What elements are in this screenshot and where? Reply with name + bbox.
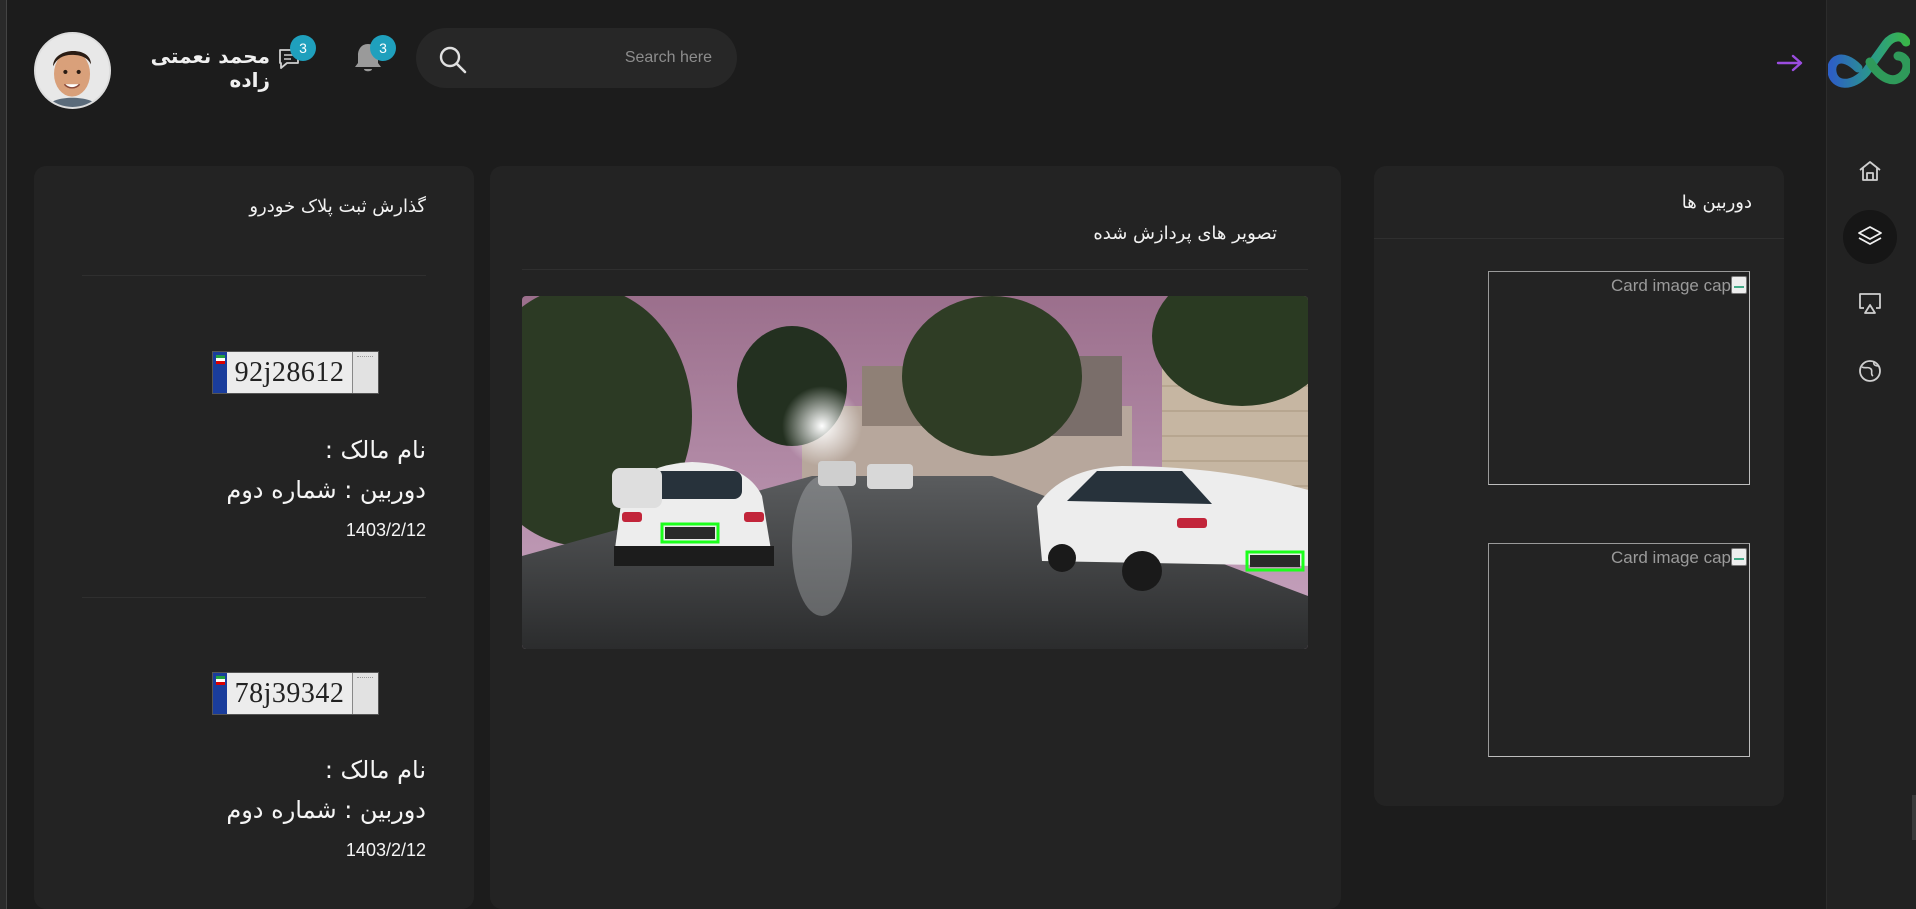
sidebar-item-layers[interactable]	[1843, 210, 1897, 264]
home-icon	[1859, 161, 1881, 181]
sidebar-item-globe[interactable]	[1843, 344, 1897, 398]
plate-number: 78j39342	[234, 677, 345, 709]
sidebar-item-home[interactable]	[1843, 144, 1897, 198]
license-plate: 78j39342	[212, 672, 379, 715]
processed-image[interactable]	[522, 296, 1308, 649]
camera-image-alt-text: Card image cap	[1610, 276, 1731, 295]
broken-image-icon	[1731, 548, 1747, 566]
globe-icon	[1859, 360, 1881, 382]
cameras-title: دوربین ها	[1681, 192, 1752, 213]
notification-count-badge: 3	[370, 35, 396, 61]
cameras-card: دوربین ها Card image cap Card image cap	[1374, 166, 1784, 806]
license-plate: 92j28612	[212, 351, 379, 394]
camera-label: دوربین : شماره دوم	[226, 476, 426, 504]
logo[interactable]	[1827, 22, 1912, 94]
arrow-right-icon	[1776, 54, 1803, 72]
plate-number: 92j28612	[234, 356, 345, 388]
plate-report-card: گذارش ثبت پلاک خودرو 92j28612 نام مالک :…	[34, 166, 474, 909]
search-input[interactable]	[486, 40, 712, 76]
iran-flag-icon	[213, 673, 227, 714]
owner-label: نام مالک :	[324, 756, 426, 784]
iran-flag-icon	[213, 352, 227, 393]
processed-images-title: تصویر های پردازش شده	[1093, 223, 1277, 244]
report-entry[interactable]: نام مالک : دوربین : شماره دوم 1403/2/12	[82, 436, 426, 546]
owner-label: نام مالک :	[324, 436, 426, 464]
search-icon[interactable]	[438, 45, 468, 75]
plate-report-title: گذارش ثبت پلاک خودرو	[249, 196, 426, 217]
divider	[82, 275, 426, 276]
sidebar-scrollbar[interactable]	[1912, 795, 1916, 840]
sidebar	[1826, 0, 1916, 909]
plate-region-code	[352, 673, 378, 714]
search-bar	[416, 28, 737, 88]
messages-button[interactable]: 3	[276, 35, 316, 73]
notifications-button[interactable]: 3	[350, 35, 396, 76]
cast-icon	[1859, 293, 1881, 314]
broken-image-icon	[1731, 276, 1747, 294]
camera-label: دوربین : شماره دوم	[226, 796, 426, 824]
camera-image-alt-text: Card image cap	[1610, 548, 1731, 567]
avatar[interactable]	[34, 32, 111, 109]
camera-image-alt: Card image cap	[1611, 276, 1747, 296]
layers-icon	[1858, 226, 1882, 245]
report-date: 1403/2/12	[345, 520, 426, 540]
report-entry[interactable]: نام مالک : دوربین : شماره دوم 1403/2/12	[82, 756, 426, 866]
user-name: محمد نعمتی زاده	[150, 44, 270, 92]
camera-image-alt: Card image cap	[1611, 548, 1747, 568]
camera-feed[interactable]: Card image cap	[1488, 271, 1750, 485]
message-count-badge: 3	[290, 35, 316, 61]
sidebar-item-cast[interactable]	[1843, 276, 1897, 330]
divider	[82, 597, 426, 598]
camera-feed[interactable]: Card image cap	[1488, 543, 1750, 757]
divider	[1374, 238, 1784, 239]
report-date: 1403/2/12	[345, 840, 426, 860]
window-edge	[0, 0, 7, 909]
divider	[522, 269, 1308, 270]
collapse-sidebar-button[interactable]	[1772, 45, 1808, 81]
plate-region-code	[352, 352, 378, 393]
